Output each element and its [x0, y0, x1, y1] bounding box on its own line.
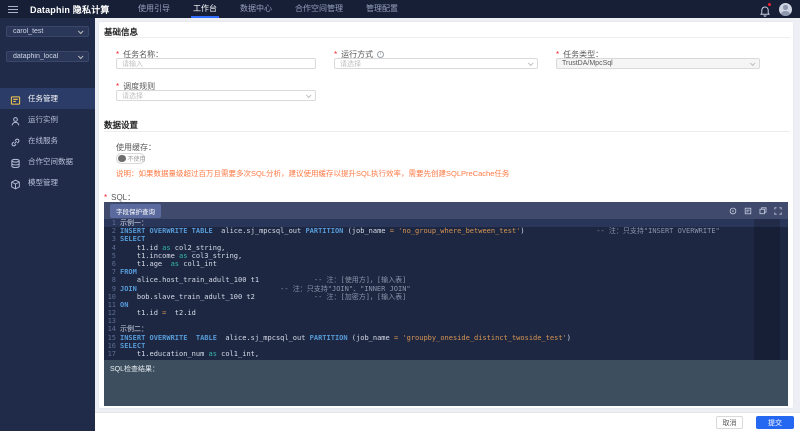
info-icon[interactable]: i [377, 51, 384, 58]
chevron-down-icon [306, 92, 312, 98]
sql-editor[interactable]: 字段保护查询 1示例一：2INSERT OVERWRITE TABLE alic… [104, 202, 788, 360]
fullscreen-icon[interactable] [774, 207, 782, 215]
nav-item-2[interactable]: 数据中心 [240, 0, 272, 18]
line-number: 7 [104, 268, 120, 276]
line-number: 16 [104, 342, 120, 350]
sidebar-item-label: 任务管理 [28, 93, 58, 104]
line-number: 12 [104, 309, 120, 317]
toggle-knob [118, 155, 126, 163]
top-nav: 使用引导 工作台 数据中心 合作空间管理 管理配置 [138, 0, 398, 18]
line-number: 9 [104, 285, 120, 293]
sql-code-line[interactable]: 14示例二： [104, 325, 788, 333]
sql-code-line[interactable]: 16SELECT [104, 342, 788, 350]
sql-code-lines: 1示例一：2INSERT OVERWRITE TABLE alice.sj_mp… [104, 219, 788, 358]
nav-item-1[interactable]: 工作台 [193, 0, 217, 18]
online-service-icon [10, 135, 21, 146]
field-protection-query-button[interactable]: 字段保护查询 [110, 204, 161, 218]
hamburger-menu-icon[interactable] [8, 6, 18, 13]
top-bar: Dataphin 隐私计算 使用引导 工作台 数据中心 合作空间管理 管理配置 [0, 0, 800, 18]
schedule-rule-select[interactable]: 请选择 [116, 90, 316, 101]
task-type-select[interactable]: TrustDA/MpcSql [556, 58, 760, 69]
format-icon[interactable] [744, 207, 752, 215]
model-icon [10, 177, 21, 188]
cache-label: 使用缓存： [116, 142, 156, 153]
line-number: 6 [104, 260, 120, 268]
sql-code-line[interactable]: 15INSERT OVERWRITE TABLE alice.sj_mpcsql… [104, 334, 788, 342]
run-instance-icon [10, 114, 21, 125]
sql-code-line[interactable]: 5 t1.income as col3_string, [104, 252, 788, 260]
chevron-down-icon [78, 53, 84, 59]
line-number: 11 [104, 301, 120, 309]
sql-code-line[interactable]: 10 bob.slave_train_adult_100 t2 -- 注：[加密… [104, 293, 788, 301]
user-avatar[interactable] [779, 3, 792, 16]
notification-badge [768, 3, 772, 7]
cache-toggle[interactable]: 不使用 [116, 153, 145, 164]
sidebar-item-0[interactable]: 任务管理 [0, 88, 95, 109]
sql-code-line[interactable]: 9JOIN -- 注：只支持"JOIN"、"INNER JOIN" [104, 285, 788, 293]
sidebar-item-4[interactable]: 模型管理 [0, 172, 95, 193]
line-number: 3 [104, 235, 120, 243]
nav-item-3[interactable]: 合作空间管理 [295, 0, 343, 18]
sidebar-item-label: 运行实例 [28, 114, 58, 125]
nav-item-4[interactable]: 管理配置 [366, 0, 398, 18]
sql-code-line[interactable]: 7FROM [104, 268, 788, 276]
sidebar-item-3[interactable]: 合作空间数据 [0, 151, 95, 172]
tasks-icon [10, 93, 21, 104]
sql-check-result-label: SQL检查结果： [104, 360, 788, 374]
sql-code-line[interactable]: 17 t1.education_num as col1_int, [104, 350, 788, 358]
task-name-input[interactable]: 请输入 [116, 58, 316, 69]
workspace-data-icon [10, 156, 21, 167]
sql-code-area[interactable]: 1示例一：2INSERT OVERWRITE TABLE alice.sj_mp… [104, 219, 788, 360]
line-number: 1 [104, 219, 120, 227]
notification-bell-icon[interactable] [760, 4, 770, 15]
cache-note: 说明：如果数据量级超过百万且需要多次SQL分析，建议使用缓存以提升SQL执行效率… [116, 168, 509, 179]
data-settings-section-title: 数据设置 [104, 119, 138, 131]
sql-code-line[interactable]: 13 [104, 317, 788, 325]
sql-code-line[interactable]: 12 t1.id = t2.id [104, 309, 788, 317]
sql-check-result-panel: SQL检查结果： [104, 360, 788, 406]
editor-minimap[interactable] [754, 219, 780, 360]
sidebar-item-1[interactable]: 运行实例 [0, 109, 95, 130]
line-number: 17 [104, 350, 120, 358]
footer-bar: 取消 提交 [95, 412, 800, 431]
chevron-down-icon [528, 60, 534, 66]
sql-code-line[interactable]: 4 t1.id as col2_string, [104, 244, 788, 252]
help-icon[interactable] [729, 207, 737, 215]
sidebar-menu: 任务管理运行实例在线服务合作空间数据模型管理 [0, 88, 95, 193]
sql-code-line[interactable]: 2INSERT OVERWRITE TABLE alice.sj_mpcsql_… [104, 227, 788, 235]
sidebar-item-label: 合作空间数据 [28, 156, 73, 167]
sql-code-line[interactable]: 6 t1.age as col1_int [104, 260, 788, 268]
nav-item-0[interactable]: 使用引导 [138, 0, 170, 18]
line-number: 8 [104, 276, 120, 284]
line-number: 14 [104, 325, 120, 333]
line-number: 10 [104, 293, 120, 301]
line-number: 4 [104, 244, 120, 252]
submit-button[interactable]: 提交 [756, 416, 794, 429]
line-number: 15 [104, 334, 120, 342]
editor-toolbar: 字段保护查询 [104, 202, 788, 219]
project-select[interactable]: dataphin_local [6, 51, 89, 62]
chevron-down-icon [78, 28, 84, 34]
cancel-button[interactable]: 取消 [716, 416, 743, 429]
sql-code-line[interactable]: 11ON [104, 301, 788, 309]
workspace-select[interactable]: carol_test [6, 26, 89, 37]
copy-icon[interactable] [759, 207, 767, 215]
run-mode-select[interactable]: 请选择 [334, 58, 538, 69]
line-number: 13 [104, 317, 120, 325]
sidebar-item-2[interactable]: 在线服务 [0, 130, 95, 151]
line-number: 2 [104, 227, 120, 235]
chevron-down-icon [750, 60, 756, 66]
app-logo: Dataphin 隐私计算 [30, 3, 110, 16]
sidebar: carol_test dataphin_local 任务管理运行实例在线服务合作… [0, 18, 95, 431]
sidebar-item-label: 在线服务 [28, 135, 58, 146]
line-number: 5 [104, 252, 120, 260]
sidebar-item-label: 模型管理 [28, 177, 58, 188]
sql-code-line[interactable]: 1示例一： [104, 219, 788, 227]
sql-code-line[interactable]: 3SELECT [104, 235, 788, 243]
main-panel: 基础信息 任务名称： 请输入 运行方式 i 请选择 任务类型： TrustDA/… [99, 22, 793, 408]
sql-code-line[interactable]: 8 alice.host_train_adult_100 t1 -- 注：[使用… [104, 276, 788, 284]
